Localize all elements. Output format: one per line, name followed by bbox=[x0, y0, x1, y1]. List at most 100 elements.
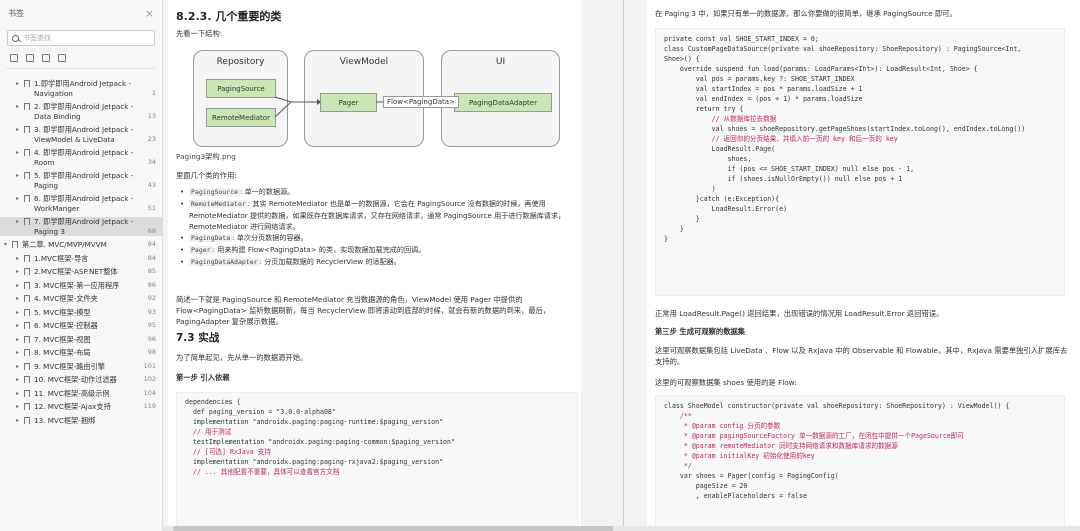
code-line: val shoes = shoeRepository.getPageShoes(… bbox=[664, 125, 1026, 133]
bookmark-item[interactable]: ▸ 6. 即学即用Android Jetpack - WorkManger 51 bbox=[0, 194, 162, 213]
bookmark-page-number: 84 bbox=[147, 240, 156, 248]
bookmark-search-input[interactable]: 书签查找 bbox=[7, 30, 155, 46]
right-intro: 在 Paging 3 中，如果只有单一的数据源，那么你要做的很简单，继承 Pag… bbox=[655, 9, 957, 18]
section-heading: 8.2.3. 几个重要的类 bbox=[176, 10, 282, 23]
class-name-code: Pager bbox=[189, 246, 213, 254]
collapsed-arrow-icon[interactable]: ▸ bbox=[16, 254, 24, 264]
step-three-paragraph-1: 这里可观察数据集包括 LiveData 、Flow 以及 RxJava 中的 O… bbox=[655, 346, 1068, 366]
bookmark-page-number: 43 bbox=[147, 180, 156, 189]
bookmark-item[interactable]: ▸ 8. MVC框架-布局 98 bbox=[0, 348, 162, 358]
bookmark-item[interactable]: ▸ 1.MVC框架-导言 84 bbox=[0, 254, 162, 264]
bookmark-label: 7. 即学即用Android Jetpack - Paging 3 bbox=[34, 217, 134, 236]
collapsed-arrow-icon[interactable]: ▸ bbox=[16, 362, 24, 372]
bookmark-item[interactable]: ▸ 10. MVC框架-动作过滤器 102 bbox=[0, 375, 162, 385]
bookmark-item[interactable]: ▸ 2. 即学即用Android Jetpack - Data Binding 13 bbox=[0, 102, 162, 121]
collapsed-arrow-icon[interactable]: ▸ bbox=[16, 416, 24, 426]
bookmark-item[interactable]: ▸ 2.MVC框架-ASP.NET整体 85 bbox=[0, 267, 162, 277]
bookmark-icon bbox=[24, 218, 30, 225]
bookmark-label: 第二章. MVC/MVP/MVVM bbox=[22, 240, 107, 249]
bookmark-page-number: 85 bbox=[147, 267, 156, 275]
delete-bookmark-icon[interactable] bbox=[58, 54, 66, 62]
collapsed-arrow-icon[interactable]: ▸ bbox=[16, 321, 24, 331]
bookmark-item[interactable]: ▸ 6. MVC框架-控制器 95 bbox=[0, 321, 162, 331]
bookmark-item[interactable]: ▸ 13. MVC框架-捆绑 bbox=[0, 416, 162, 426]
bookmark-item[interactable]: ▸ 5. MVC框架-模型 93 bbox=[0, 308, 162, 318]
code-line: // [可选] RxJava 支持 bbox=[185, 448, 271, 456]
bookmark-page-number: 101 bbox=[143, 361, 156, 370]
bookmark-search-placeholder: 书签查找 bbox=[23, 34, 51, 42]
collapsed-arrow-icon[interactable]: ▸ bbox=[16, 402, 24, 412]
diagram-arrows bbox=[274, 96, 452, 118]
bookmark-item[interactable]: ▸ 3. 即学即用Android Jetpack - ViewModel & Li… bbox=[0, 125, 162, 144]
bookmark-item[interactable]: ▸ 5. 即学即用Android Jetpack - Paging 43 bbox=[0, 171, 162, 190]
bookmark-item[interactable]: ▸ 11. MVC框架-高级示例 104 bbox=[0, 389, 162, 399]
after-code-text: 正常用 LoadResult.Page() 返回结果，出现错误的情况用 Load… bbox=[655, 309, 944, 318]
bookmark-item[interactable]: ▸ 4. MVC框架-文件夹 92 bbox=[0, 294, 162, 304]
code-line: } bbox=[664, 215, 700, 223]
bookmark-page-number: 95 bbox=[147, 321, 156, 329]
sidebar-title: 书签 bbox=[8, 8, 24, 18]
collapsed-arrow-icon[interactable]: ▸ bbox=[16, 335, 24, 345]
bookmark-label: 3. MVC框架-第一应用程序 bbox=[34, 280, 120, 290]
expand-all-icon[interactable] bbox=[10, 54, 18, 62]
collapsed-arrow-icon[interactable]: ▸ bbox=[16, 267, 24, 277]
collapsed-arrow-icon[interactable]: ▸ bbox=[16, 102, 24, 121]
bookmark-label: 5. MVC框架-模型 bbox=[34, 307, 91, 317]
horizontal-scrollbar[interactable] bbox=[163, 526, 1080, 531]
bookmark-item[interactable]: ▸ 3. MVC框架-第一应用程序 86 bbox=[0, 281, 162, 291]
bookmark-icon bbox=[24, 389, 30, 397]
bookmark-icon bbox=[12, 241, 18, 248]
bookmark-item[interactable]: ▸ 4. 即学即用Android Jetpack - Room 34 bbox=[0, 148, 162, 167]
bookmark-item[interactable]: ▸ 1.即学即用Android Jetpack - Navigation 1 bbox=[0, 79, 162, 98]
collapsed-arrow-icon[interactable]: ▸ bbox=[16, 294, 24, 304]
collapsed-arrow-icon[interactable]: ▸ bbox=[16, 308, 24, 318]
bookmark-label: 7. MVC框架-视图 bbox=[34, 334, 91, 344]
code-line: LoadResult.Page( bbox=[664, 145, 776, 153]
add-bookmark-icon[interactable] bbox=[42, 54, 50, 62]
bookmark-icon bbox=[24, 349, 30, 356]
collapsed-arrow-icon[interactable]: ▸ bbox=[16, 194, 24, 213]
bookmark-item[interactable]: ▸ 9. MVC框架-路由引擎 101 bbox=[0, 362, 162, 372]
class-role-text: : 单次分页数据的容器。 bbox=[232, 233, 308, 242]
section-intro: 为了简单起见，先从单一的数据源开始。 bbox=[176, 353, 308, 362]
bookmark-page-number: 92 bbox=[147, 294, 156, 302]
bookmark-page-number: 51 bbox=[147, 203, 156, 212]
bookmark-label: 3. 即学即用Android Jetpack - ViewModel & Liv… bbox=[34, 125, 134, 144]
class-role-item: PagingDataAdapter: 分页加载数据的 RecyclerView … bbox=[168, 256, 578, 268]
code-line: dependencies { bbox=[185, 398, 241, 406]
bookmark-page-number: 86 bbox=[147, 280, 156, 289]
bookmark-item[interactable]: ▸ 7. MVC框架-视图 96 bbox=[0, 335, 162, 345]
step-three-title: 第三步 生成可观察的数据集 bbox=[655, 327, 746, 336]
collapsed-arrow-icon[interactable]: ▸ bbox=[16, 125, 24, 144]
expanded-arrow-icon[interactable]: ▾ bbox=[4, 240, 12, 250]
step-one-title: 第一步 引入依赖 bbox=[176, 373, 230, 382]
collapsed-arrow-icon[interactable]: ▸ bbox=[16, 148, 24, 167]
collapsed-arrow-icon[interactable]: ▸ bbox=[16, 281, 24, 291]
class-role-item: PagingSource: 单一的数据源。 bbox=[168, 186, 578, 198]
bookmark-page-number: 1 bbox=[151, 88, 156, 97]
class-roles-list: PagingSource: 单一的数据源。RemoteMediator: 其实 … bbox=[168, 186, 578, 268]
section-title: 7.3 实战 bbox=[176, 332, 220, 344]
bookmark-item[interactable]: ▸ 12. MVC框架-Ajax支持 119 bbox=[0, 402, 162, 412]
collapsed-arrow-icon[interactable]: ▸ bbox=[16, 171, 24, 190]
scrollbar-thumb[interactable] bbox=[173, 526, 613, 531]
bookmark-label: 6. MVC框架-控制器 bbox=[34, 321, 98, 330]
class-role-item: RemoteMediator: 其实 RemoteMediator 也是单一的数… bbox=[168, 198, 578, 232]
flow-pagingdata-label: Flow<PagingData> bbox=[383, 96, 459, 108]
gradle-code-block: dependencies { def paging_version = "3.0… bbox=[176, 392, 578, 526]
collapse-all-icon[interactable] bbox=[26, 54, 34, 62]
arrow-pagingsource bbox=[274, 96, 292, 103]
collapsed-arrow-icon[interactable]: ▸ bbox=[16, 348, 24, 358]
bookmark-item[interactable]: ▸ 7. 即学即用Android Jetpack - Paging 3 68 bbox=[0, 217, 162, 236]
roles-intro: 里面几个类的作用: bbox=[176, 171, 237, 180]
arrow-remotemediator bbox=[274, 101, 292, 118]
bookmark-item[interactable]: ▾ 第二章. MVC/MVP/MVVM 84 bbox=[0, 240, 162, 250]
close-icon[interactable]: × bbox=[145, 7, 154, 20]
collapsed-arrow-icon[interactable]: ▸ bbox=[16, 79, 24, 98]
collapsed-arrow-icon[interactable]: ▸ bbox=[16, 389, 24, 399]
collapsed-arrow-icon[interactable]: ▸ bbox=[16, 375, 24, 385]
code-line: implementation "androidx.paging:paging-r… bbox=[185, 458, 444, 466]
collapsed-arrow-icon[interactable]: ▸ bbox=[16, 217, 24, 236]
code-line: * @param initialKey 初始化使用的key bbox=[664, 452, 815, 460]
sidebar-divider bbox=[6, 68, 156, 69]
